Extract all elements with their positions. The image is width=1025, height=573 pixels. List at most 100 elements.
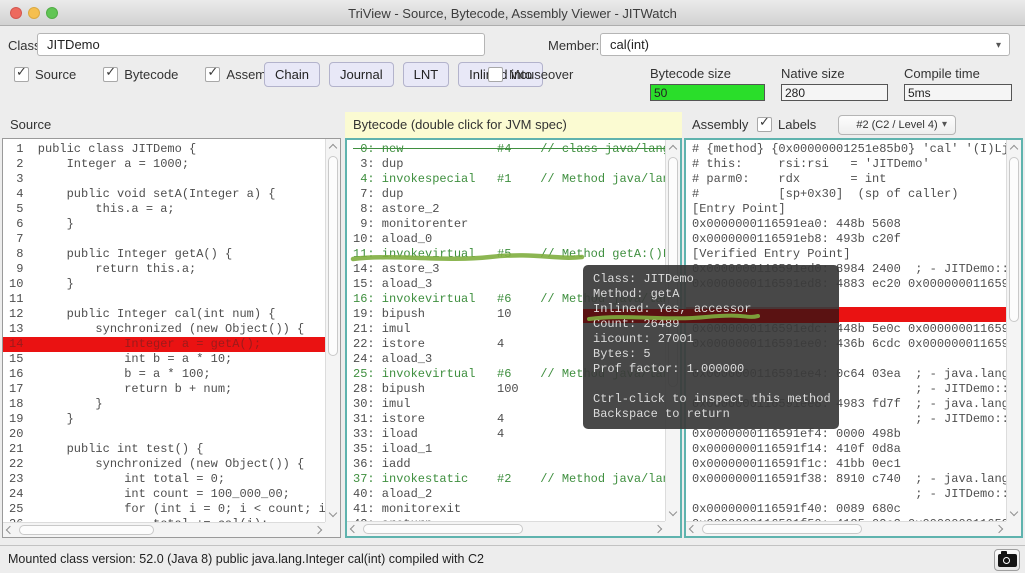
tooltip-line: Prof factor: 1.000000 bbox=[593, 362, 829, 377]
lnt-button[interactable]: LNT bbox=[403, 62, 450, 87]
code-line[interactable]: 35: iload_1 bbox=[347, 442, 680, 457]
code-line[interactable]: ; - JITDemo::c bbox=[686, 487, 1021, 502]
code-line[interactable]: 10 } bbox=[3, 277, 340, 292]
code-line[interactable]: 0x0000000116591ef4: 0000 498b bbox=[686, 427, 1021, 442]
code-line[interactable]: 1 public class JITDemo { bbox=[3, 142, 340, 157]
code-line[interactable]: 6 } bbox=[3, 217, 340, 232]
scroll-right-icon[interactable] bbox=[654, 525, 662, 533]
scroll-left-icon[interactable] bbox=[689, 525, 697, 533]
scrollbar-thumb[interactable] bbox=[1009, 157, 1019, 322]
scroll-right-icon[interactable] bbox=[995, 525, 1003, 533]
checkbox-labels[interactable]: ✓Labels bbox=[757, 117, 816, 132]
source-code: 1 public class JITDemo { 2 Integer a = 1… bbox=[3, 139, 340, 537]
code-line[interactable]: [Entry Point] bbox=[686, 202, 1021, 217]
member-select[interactable]: cal(int) ▾ bbox=[600, 33, 1010, 56]
code-line[interactable]: # this: rsi:rsi = 'JITDemo' bbox=[686, 157, 1021, 172]
code-line[interactable]: 36: iadd bbox=[347, 457, 680, 472]
source-vertical-scrollbar[interactable] bbox=[325, 139, 340, 522]
code-line[interactable]: 16 b = a * 100; bbox=[3, 367, 340, 382]
screenshot-button[interactable] bbox=[994, 549, 1020, 571]
scroll-up-icon[interactable] bbox=[669, 145, 677, 153]
code-line[interactable]: 0x0000000116591f38: 8910 c740 ; - java.l… bbox=[686, 472, 1021, 487]
code-line[interactable]: 11: invokevirtual #5 // Method getA:()Lj… bbox=[347, 247, 680, 262]
code-line[interactable]: 21 public int test() { bbox=[3, 442, 340, 457]
scroll-right-icon[interactable] bbox=[314, 526, 322, 534]
scroll-down-icon[interactable] bbox=[1010, 508, 1018, 516]
stat-bytecode-size: Bytecode size50 bbox=[650, 66, 765, 101]
code-line[interactable]: 0: new #4 // class java/lang/Object bbox=[347, 142, 680, 157]
code-line[interactable]: 3: dup bbox=[347, 157, 680, 172]
code-line[interactable]: 17 return b + num; bbox=[3, 382, 340, 397]
code-line[interactable]: 8 public Integer getA() { bbox=[3, 247, 340, 262]
code-line[interactable]: # parm0: rdx = int bbox=[686, 172, 1021, 187]
code-line[interactable]: 9: monitorenter bbox=[347, 217, 680, 232]
check-icon: ✓ bbox=[105, 65, 116, 80]
code-line[interactable]: 4 public void setA(Integer a) { bbox=[3, 187, 340, 202]
journal-button[interactable]: Journal bbox=[329, 62, 394, 87]
code-line[interactable]: 0x0000000116591f14: 410f 0d8a bbox=[686, 442, 1021, 457]
code-line[interactable]: 0x0000000116591ea0: 448b 5608 bbox=[686, 217, 1021, 232]
bytecode-horizontal-scrollbar[interactable] bbox=[347, 521, 665, 536]
code-line[interactable]: 23 int total = 0; bbox=[3, 472, 340, 487]
source-horizontal-scrollbar[interactable] bbox=[3, 522, 325, 537]
scroll-down-icon[interactable] bbox=[329, 509, 337, 517]
code-line[interactable]: 2 Integer a = 1000; bbox=[3, 157, 340, 172]
code-line[interactable]: 4: invokespecial #1 // Method java/lang/… bbox=[347, 172, 680, 187]
code-line[interactable]: 33: iload 4 bbox=[347, 427, 680, 442]
tooltip-line: Bytes: 5 bbox=[593, 347, 829, 362]
code-line[interactable]: 3 bbox=[3, 172, 340, 187]
checkbox-label: Source bbox=[35, 67, 76, 82]
code-line[interactable]: 0x0000000116591f40: 0089 680c bbox=[686, 502, 1021, 517]
checkbox-mouseover[interactable]: Mouseover bbox=[488, 67, 573, 82]
code-line[interactable]: [Verified Entry Point] bbox=[686, 247, 1021, 262]
code-line[interactable]: 7 bbox=[3, 232, 340, 247]
scroll-up-icon[interactable] bbox=[1010, 145, 1018, 153]
stat-label: Bytecode size bbox=[650, 66, 765, 81]
code-line[interactable]: 18 } bbox=[3, 397, 340, 412]
class-input[interactable] bbox=[37, 33, 485, 56]
code-line[interactable]: 11 bbox=[3, 292, 340, 307]
assembly-horizontal-scrollbar[interactable] bbox=[686, 521, 1006, 536]
assembly-vertical-scrollbar[interactable] bbox=[1006, 140, 1021, 521]
tooltip-line: Count: 26489 bbox=[593, 317, 829, 332]
checkbox-source[interactable]: ✓ Source bbox=[14, 67, 76, 82]
code-line[interactable]: 37: invokestatic #2 // Method java/lang/… bbox=[347, 472, 680, 487]
bytecode-panel-header[interactable]: Bytecode (double click for JVM spec) bbox=[345, 112, 682, 138]
code-line[interactable]: 22 synchronized (new Object()) { bbox=[3, 457, 340, 472]
code-line[interactable]: 0x0000000116591eb8: 493b c20f bbox=[686, 232, 1021, 247]
code-line[interactable]: 0x0000000116591f1c: 41bb 0ec1 bbox=[686, 457, 1021, 472]
code-line[interactable]: 5 this.a = a; bbox=[3, 202, 340, 217]
code-line[interactable]: 25 for (int i = 0; i < count; i++) { bbox=[3, 502, 340, 517]
code-line[interactable]: 13 synchronized (new Object()) { bbox=[3, 322, 340, 337]
code-line[interactable]: 19 } bbox=[3, 412, 340, 427]
compilation-level-select[interactable]: #2 (C2 / Level 4) ▾ bbox=[838, 115, 956, 135]
scrollbar-thumb[interactable] bbox=[363, 524, 523, 534]
code-line[interactable]: 24 int count = 100_000_00; bbox=[3, 487, 340, 502]
checkbox-box: ✓ bbox=[205, 67, 220, 82]
scrollbar-thumb[interactable] bbox=[19, 525, 154, 535]
scrollbar-thumb[interactable] bbox=[328, 156, 338, 356]
code-line[interactable]: 7: dup bbox=[347, 187, 680, 202]
compile-stats: Bytecode size50Native size280Compile tim… bbox=[650, 66, 1012, 101]
code-line[interactable]: # {method} {0x00000001251e85b0} 'cal' '(… bbox=[686, 142, 1021, 157]
code-line[interactable]: 40: aload_2 bbox=[347, 487, 680, 502]
scrollbar-thumb[interactable] bbox=[702, 524, 862, 534]
code-line[interactable]: 20 bbox=[3, 427, 340, 442]
member-label: Member: bbox=[548, 38, 599, 53]
code-line[interactable]: 8: astore_2 bbox=[347, 202, 680, 217]
code-line[interactable]: 12 public Integer cal(int num) { bbox=[3, 307, 340, 322]
assembly-panel-header: Assembly ✓Labels #2 (C2 / Level 4) ▾ bbox=[684, 112, 1023, 138]
checkbox-box: ✓ bbox=[14, 67, 29, 82]
code-line[interactable]: # [sp+0x30] (sp of caller) bbox=[686, 187, 1021, 202]
scroll-left-icon[interactable] bbox=[350, 525, 358, 533]
code-line[interactable]: 9 return this.a; bbox=[3, 262, 340, 277]
scroll-down-icon[interactable] bbox=[669, 508, 677, 516]
code-line[interactable]: 10: aload_0 bbox=[347, 232, 680, 247]
scroll-left-icon[interactable] bbox=[6, 526, 14, 534]
chain-button[interactable]: Chain bbox=[264, 62, 320, 87]
scroll-up-icon[interactable] bbox=[329, 144, 337, 152]
checkbox-bytecode[interactable]: ✓Bytecode bbox=[103, 67, 178, 82]
code-line[interactable]: 41: monitorexit bbox=[347, 502, 680, 517]
code-line[interactable]: 15 int b = a * 10; bbox=[3, 352, 340, 367]
code-line[interactable]: 14 Integer a = getA(); bbox=[3, 337, 340, 352]
